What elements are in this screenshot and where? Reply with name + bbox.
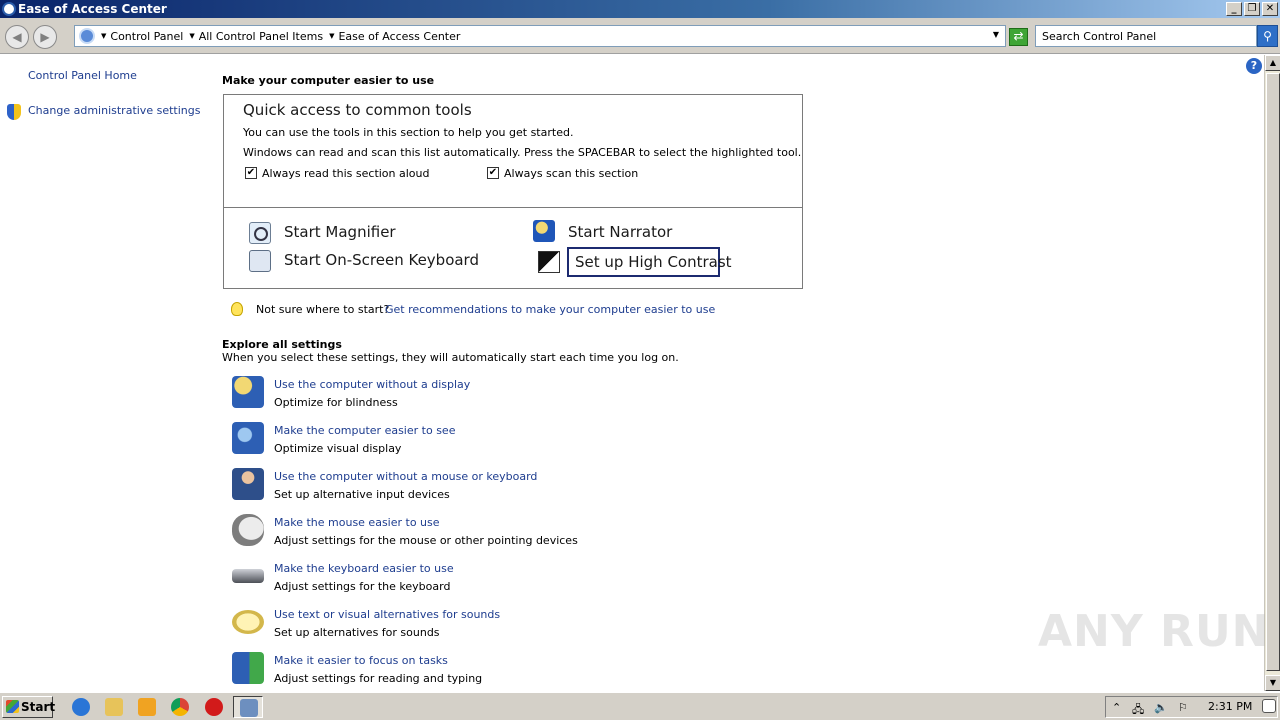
control-panel-home-link[interactable]: Control Panel Home xyxy=(28,69,137,82)
setting-link-no-display[interactable]: Use the computer without a display xyxy=(274,378,470,391)
narrator-icon[interactable] xyxy=(533,220,555,242)
breadcrumb-all-items[interactable]: ▼ All Control Panel Items xyxy=(189,30,323,43)
back-button[interactable]: ◀ xyxy=(5,25,29,49)
blindness-icon[interactable] xyxy=(232,376,264,408)
speech-bubble-icon[interactable] xyxy=(232,610,264,634)
opera-icon[interactable] xyxy=(205,698,223,716)
chevron-down-icon[interactable]: ▼ xyxy=(189,32,194,40)
control-panel-icon xyxy=(79,28,95,44)
visual-display-icon[interactable] xyxy=(232,422,264,454)
divider xyxy=(224,207,802,208)
watermark: ANY RUN xyxy=(1038,606,1270,657)
set-up-high-contrast-button[interactable]: Set up High Contrast xyxy=(575,253,732,271)
quick-access-line-2: Windows can read and scan this list auto… xyxy=(243,146,802,159)
recommendations-link[interactable]: Get recommendations to make your compute… xyxy=(385,303,715,316)
magnifier-icon[interactable] xyxy=(249,222,271,244)
volume-icon[interactable]: 🔈 xyxy=(1154,701,1168,714)
lightbulb-icon xyxy=(231,302,243,316)
setting-link-no-mouse-keyboard[interactable]: Use the computer without a mouse or keyb… xyxy=(274,470,537,483)
action-center-flag-icon[interactable]: ⚐ xyxy=(1178,701,1188,714)
search-input[interactable]: Search Control Panel xyxy=(1035,25,1257,47)
setting-desc-no-mouse-keyboard: Set up alternative input devices xyxy=(274,488,450,501)
scan-checkbox[interactable]: ✔ xyxy=(487,167,499,179)
breadcrumb-control-panel[interactable]: ▼ Control Panel xyxy=(101,30,183,43)
breadcrumb-ease-of-access[interactable]: ▼ Ease of Access Center xyxy=(329,30,460,43)
forward-button[interactable]: ▶ xyxy=(33,25,57,49)
close-button[interactable]: ✕ xyxy=(1262,2,1278,16)
breadcrumb[interactable]: ▼ Control Panel ▼ All Control Panel Items … xyxy=(74,25,1006,47)
show-desktop-icon[interactable] xyxy=(1262,699,1276,713)
keyboard-icon[interactable] xyxy=(232,569,264,583)
setting-desc-sounds: Set up alternatives for sounds xyxy=(274,626,440,639)
internet-explorer-icon[interactable] xyxy=(72,698,90,716)
clock[interactable]: 2:31 PM xyxy=(1208,700,1252,713)
network-icon[interactable]: 🖧 xyxy=(1132,701,1144,720)
setting-desc-focus: Adjust settings for reading and typing xyxy=(274,672,483,685)
read-aloud-checkbox[interactable]: ✔ xyxy=(245,167,257,179)
setting-link-focus[interactable]: Make it easier to focus on tasks xyxy=(274,654,448,667)
shield-icon xyxy=(7,104,21,120)
quick-access-title: Quick access to common tools xyxy=(243,101,472,119)
ease-of-access-icon xyxy=(2,2,16,16)
setting-desc-keyboard: Adjust settings for the keyboard xyxy=(274,580,451,593)
explore-subtitle: When you select these settings, they wil… xyxy=(222,351,679,364)
window-controls: _ ❐ ✕ xyxy=(1226,2,1278,16)
search-icon[interactable]: ⚲ xyxy=(1257,25,1278,47)
setting-link-keyboard[interactable]: Make the keyboard easier to use xyxy=(274,562,454,575)
alternative-input-icon[interactable] xyxy=(232,468,264,500)
chevron-down-icon[interactable]: ▼ xyxy=(329,32,334,40)
chevron-down-icon[interactable]: ▼ xyxy=(101,32,106,40)
setting-link-easier-to-see[interactable]: Make the computer easier to see xyxy=(274,424,455,437)
show-hidden-icons-icon[interactable]: ⌃ xyxy=(1112,701,1121,714)
start-narrator-button[interactable]: Start Narrator xyxy=(568,223,672,241)
scroll-down-button[interactable]: ▼ xyxy=(1265,675,1280,691)
focus-tasks-icon[interactable] xyxy=(232,652,264,684)
mouse-icon[interactable] xyxy=(232,514,264,546)
page-title: Make your computer easier to use xyxy=(222,74,435,87)
scroll-thumb[interactable] xyxy=(1266,73,1280,671)
minimize-button[interactable]: _ xyxy=(1226,2,1242,16)
setting-desc-mouse: Adjust settings for the mouse or other p… xyxy=(274,534,578,547)
windows-logo-icon xyxy=(6,700,19,713)
media-player-icon[interactable] xyxy=(138,698,156,716)
scan-label[interactable]: Always scan this section xyxy=(504,167,638,180)
address-bar: ◀ ▶ ▼ Control Panel ▼ All Control Panel It… xyxy=(0,18,1280,54)
explore-title: Explore all settings xyxy=(222,338,342,351)
setting-desc-no-display: Optimize for blindness xyxy=(274,396,398,409)
start-magnifier-button[interactable]: Start Magnifier xyxy=(284,223,396,241)
vertical-scrollbar[interactable]: ▲ ▼ xyxy=(1264,55,1280,691)
high-contrast-icon[interactable] xyxy=(538,251,560,273)
scroll-up-button[interactable]: ▲ xyxy=(1265,55,1280,71)
change-admin-settings-link[interactable]: Change administrative settings xyxy=(28,104,200,117)
help-icon[interactable]: ? xyxy=(1246,58,1262,74)
folder-icon[interactable] xyxy=(105,698,123,716)
chrome-icon[interactable] xyxy=(171,698,189,716)
taskbar-item-ease-of-access[interactable] xyxy=(233,696,263,718)
on-screen-keyboard-icon[interactable] xyxy=(249,250,271,272)
tip-text: Not sure where to start? xyxy=(256,303,390,316)
setting-link-mouse[interactable]: Make the mouse easier to use xyxy=(274,516,440,529)
read-aloud-label[interactable]: Always read this section aloud xyxy=(262,167,430,180)
setting-desc-easier-to-see: Optimize visual display xyxy=(274,442,402,455)
window-title: Ease of Access Center xyxy=(18,2,167,16)
address-dropdown-icon[interactable]: ▼ xyxy=(993,30,999,39)
taskbar: Start ⌃ 🖧 🔈 ⚐ 2:31 PM xyxy=(0,692,1280,720)
setting-link-sounds[interactable]: Use text or visual alternatives for soun… xyxy=(274,608,500,621)
title-bar: Ease of Access Center _ ❐ ✕ xyxy=(0,0,1280,18)
quick-access-line-1: You can use the tools in this section to… xyxy=(243,126,574,139)
control-panel-icon xyxy=(240,699,258,717)
restore-button[interactable]: ❐ xyxy=(1244,2,1260,16)
start-button[interactable]: Start xyxy=(2,696,55,718)
start-on-screen-keyboard-button[interactable]: Start On-Screen Keyboard xyxy=(284,251,479,269)
refresh-button[interactable]: ⇄ xyxy=(1009,28,1028,46)
